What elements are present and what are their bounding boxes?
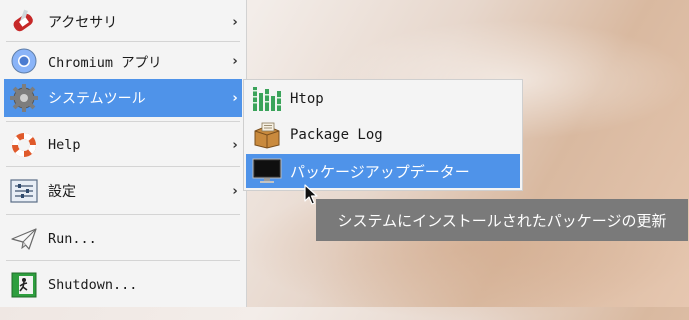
submenu-item-label: Htop [290,91,324,107]
submenu-item-package-updater[interactable]: パッケージアップデーター [246,154,520,188]
package-icon [250,120,284,150]
mouse-pointer-icon [304,184,318,210]
exit-icon [8,269,40,301]
menu-item-label: システムツール [48,91,146,107]
submenu-item-package-log[interactable]: Package Log [246,118,520,152]
menu-item-label: 設定 [48,184,76,200]
menu-divider [6,121,240,122]
chevron-right-icon: › [232,90,238,106]
menu-divider [6,260,240,261]
settings-panel-icon [8,175,40,207]
htop-icon [250,84,284,114]
chromium-icon [8,45,40,77]
submenu-item-label: パッケージアップデーター [290,162,470,181]
menu-divider [6,214,240,215]
gear-icon [8,82,40,114]
monitor-icon [250,156,284,186]
menu-item-label: Chromium アプリ [48,55,162,71]
submenu-item-htop[interactable]: Htop [246,82,520,116]
menu-item-help[interactable]: Help › [4,126,242,164]
lifebuoy-icon [8,129,40,161]
chevron-right-icon: › [232,183,238,199]
menu-item-accessories[interactable]: アクセサリ › [4,3,242,41]
menu-item-settings[interactable]: 設定 › [4,172,242,210]
tooltip: システムにインストールされたパッケージの更新 [316,199,688,241]
menu-item-system-tools[interactable]: システムツール › [4,79,242,117]
chevron-right-icon: › [232,53,238,69]
menu-item-run[interactable]: Run... [4,220,242,258]
swiss-knife-icon [8,6,40,38]
chevron-right-icon: › [232,14,238,30]
menu-item-label: Help [48,137,81,153]
menu-item-label: Run... [48,231,97,247]
menu-item-shutdown[interactable]: Shutdown... [4,266,242,304]
submenu-item-label: Package Log [290,127,383,143]
paper-plane-icon [8,223,40,255]
chevron-right-icon: › [232,137,238,153]
menu-item-label: アクセサリ [48,15,118,31]
menu-item-chromium-apps[interactable]: Chromium アプリ › [4,42,242,80]
main-menu: アクセサリ › Chromium アプリ › システムツール › Help › … [0,0,247,307]
system-tools-submenu: Htop Package Log パッケージアップデーター [243,79,523,191]
menu-item-label: Shutdown... [48,277,138,293]
menu-divider [6,166,240,167]
